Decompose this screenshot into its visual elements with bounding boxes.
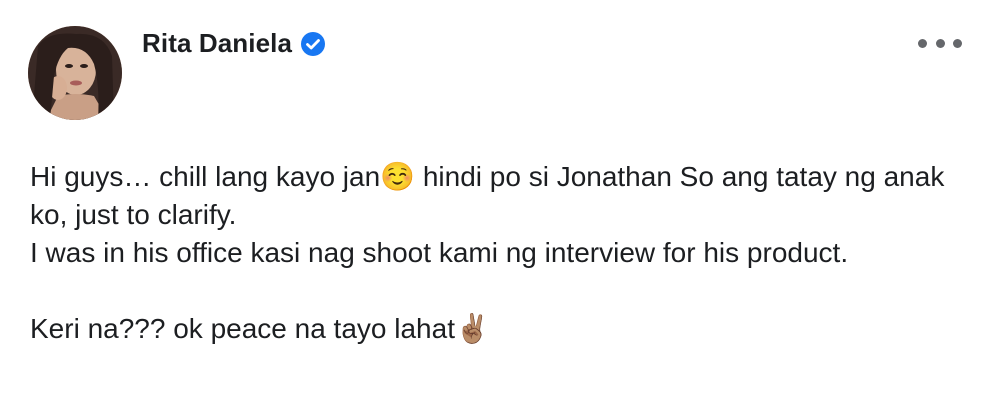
smiling-face-icon: ☺️ (380, 161, 416, 192)
avatar-image (28, 26, 122, 120)
author-name[interactable]: Rita Daniela (142, 28, 292, 59)
post-text: Hi guys… chill lang kayo jan☺️ hindi po … (30, 158, 960, 348)
verified-badge-icon (300, 31, 326, 57)
more-horizontal-icon (918, 38, 927, 48)
post-paragraph: Keri na??? ok peace na tayo lahat✌🏽 (30, 310, 960, 348)
author-avatar[interactable] (28, 26, 122, 120)
author-row: Rita Daniela (142, 28, 326, 59)
victory-hand-icon: ✌🏽 (454, 313, 490, 344)
post-paragraph: Hi guys… chill lang kayo jan☺️ hindi po … (30, 158, 960, 272)
more-horizontal-icon (935, 38, 945, 48)
facebook-post: Rita Daniela Hi guys… chill lang kayo ja… (0, 0, 1000, 413)
post-text-line: Keri na??? ok peace na tayo lahat (30, 313, 455, 344)
more-horizontal-icon (953, 38, 962, 48)
post-text-line: I was in his office kasi nag shoot kami … (30, 237, 849, 268)
more-options-button[interactable] (918, 28, 962, 58)
post-text-line: Hi guys… chill lang kayo jan (30, 161, 381, 192)
